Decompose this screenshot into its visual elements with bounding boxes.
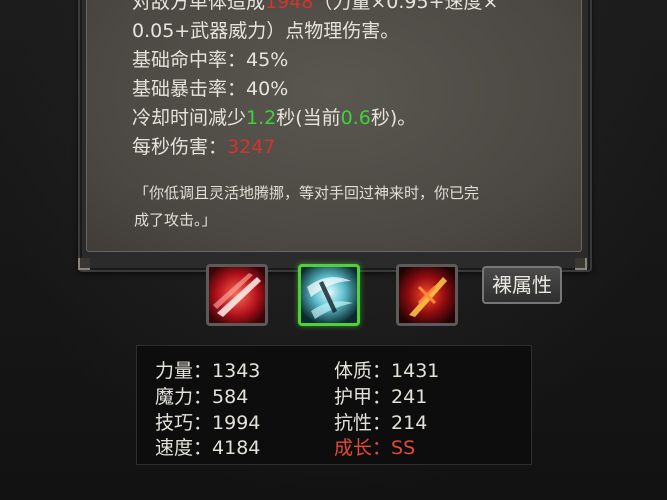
- hit-rate-line: 基础命中率：45%: [132, 49, 289, 71]
- stat-skill: 技巧：1994: [155, 412, 261, 434]
- character-stats-panel: 力量：1343 体质：1431 魔力：584 护甲：241 技巧：1994 抗性…: [136, 345, 532, 465]
- stat-strength: 力量：1343: [155, 360, 261, 382]
- cooldown-reduction-value: 1.2: [246, 107, 277, 129]
- panel-corner-ornament: [575, 258, 587, 270]
- crimson-strike-skill-icon: [399, 267, 455, 323]
- hit-rate-value: 45%: [246, 49, 289, 71]
- teal-blade-skill-icon: [301, 267, 357, 323]
- stat-armor: 护甲：241: [334, 386, 428, 408]
- flavor-quote: 「你低调且灵活地腾挪，等对手回过神来时，你已完 成了攻击。」: [134, 184, 480, 229]
- dps-line: 每秒伤害：3247: [132, 136, 276, 158]
- crit-rate-line: 基础暴击率：40%: [132, 78, 289, 100]
- damage-line-2: 0.05+武器威力）点物理伤害。: [132, 20, 400, 42]
- damage-value: 1948: [265, 0, 314, 13]
- damage-line-1: 对敌方单体造成1948（力量×0.95+速度×: [132, 0, 552, 17]
- cooldown-current-value: 0.6: [340, 107, 371, 129]
- crit-rate-value: 40%: [246, 78, 289, 100]
- stat-constitution: 体质：1431: [334, 360, 440, 382]
- stat-speed: 速度：4184: [155, 437, 261, 459]
- panel-corner-ornament: [78, 258, 90, 270]
- skill-slot-2[interactable]: [298, 264, 360, 326]
- naked-attributes-button[interactable]: 裸属性: [482, 266, 562, 304]
- stat-growth: 成长：SS: [334, 437, 416, 459]
- skill-slot-1[interactable]: [206, 264, 268, 326]
- stat-magic: 魔力：584: [155, 386, 249, 408]
- skill-description-text: 对敌方单体造成1948（力量×0.95+速度× 0.05+武器威力）点物理伤害。…: [132, 0, 552, 162]
- red-slash-skill-icon: [209, 267, 265, 323]
- dps-value: 3247: [227, 136, 276, 158]
- cooldown-line: 冷却时间减少1.2秒(当前0.6秒)。: [132, 107, 417, 129]
- stat-resistance: 抗性：214: [334, 412, 428, 434]
- skill-slot-3[interactable]: [396, 264, 458, 326]
